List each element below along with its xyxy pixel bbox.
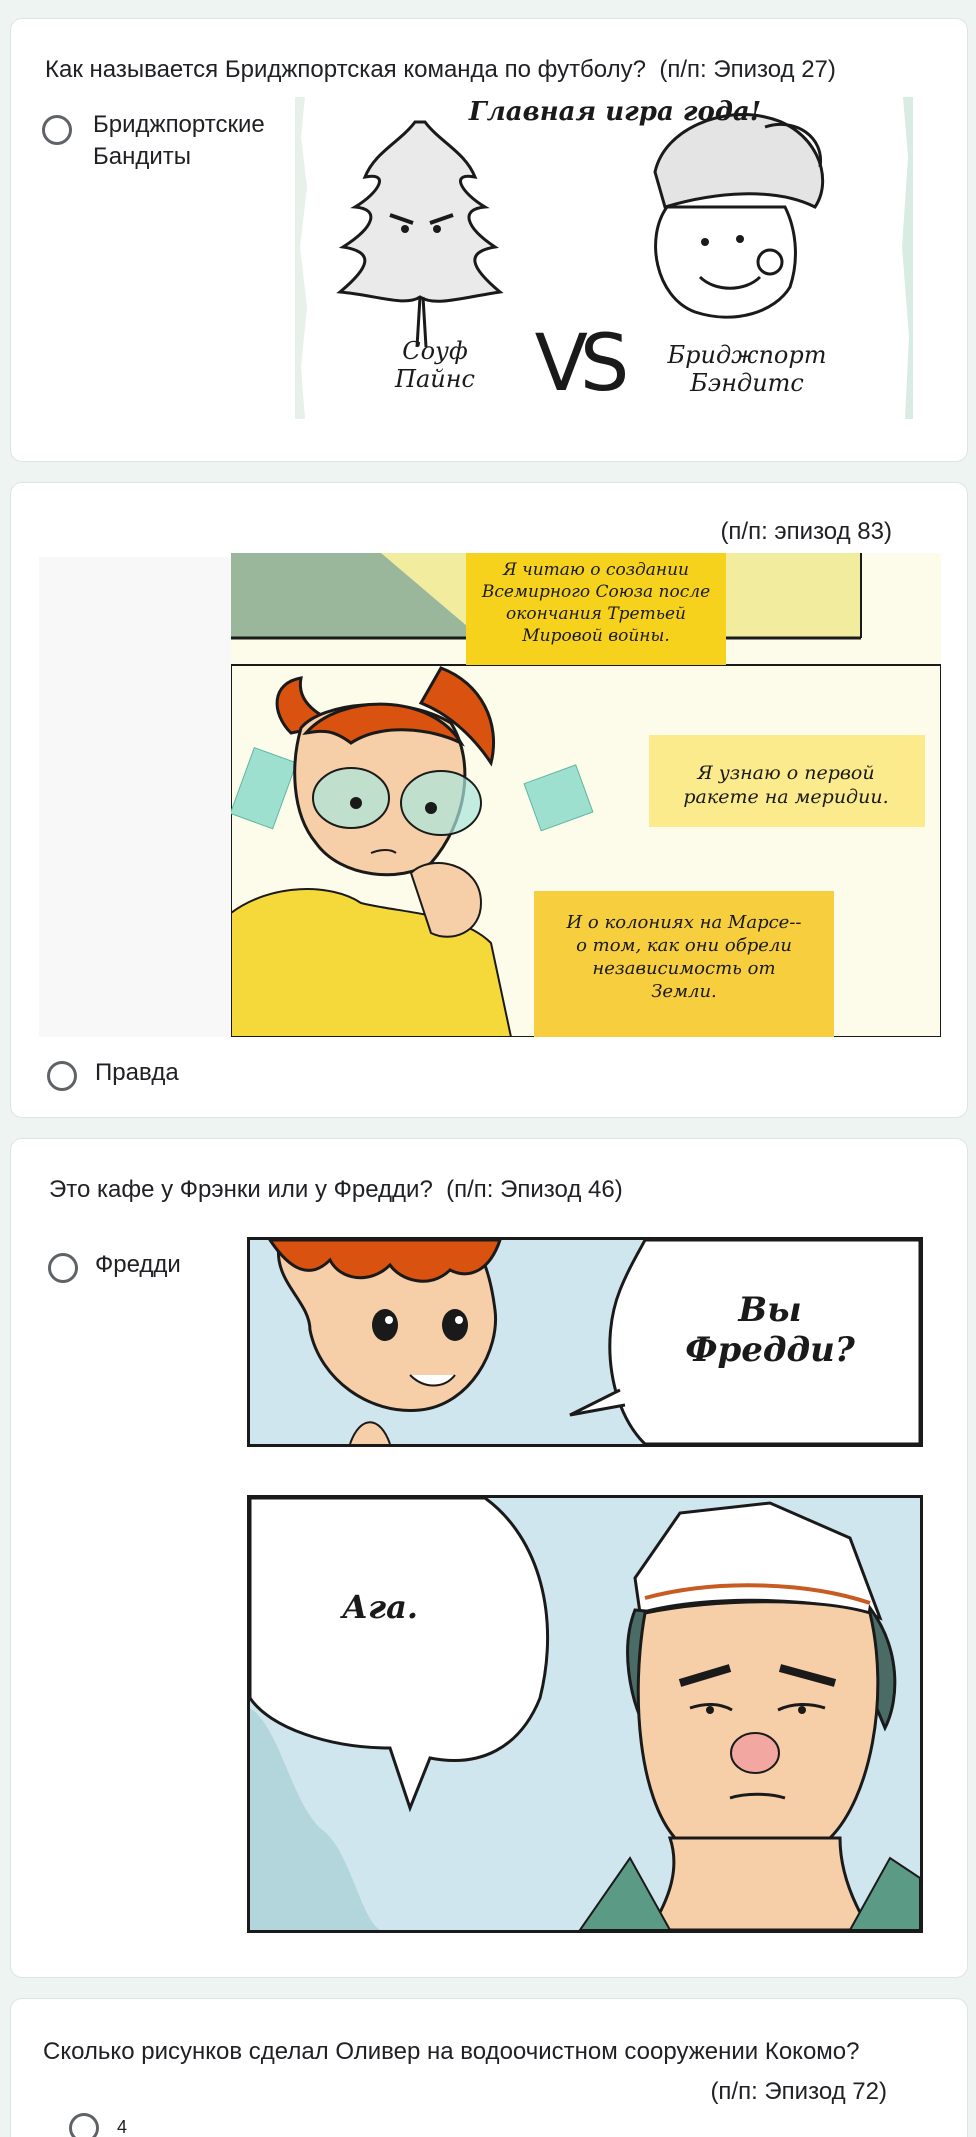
radio-option-bandits[interactable] [42, 115, 72, 145]
comic-bg-faded [39, 557, 239, 1037]
episode-note: (п/п: Эпизод 72) [710, 2078, 887, 2105]
radio-option-true[interactable] [47, 1061, 77, 1091]
comic-image-team-poster: Главная игра года! Соуф Пайнс VS Бриджпо… [295, 97, 913, 419]
question-title: Сколько рисунков сделал Оливер на водооч… [43, 2038, 860, 2065]
question-card-4: Сколько рисунков сделал Оливер на водооч… [10, 1998, 968, 2137]
radio-option-4[interactable] [69, 2113, 99, 2137]
speech-bubble-answer: Ага. [342, 1588, 418, 1626]
poster-versus: VS [534, 319, 630, 409]
question-text: Как называется Бриджпортская команда по … [45, 55, 836, 85]
question-title: Это кафе у Фрэнки или у Фредди? [49, 1176, 433, 1203]
option-label: Бриджпортские Бандиты [93, 111, 265, 170]
comic-panel-freddie-answer: Ага. [247, 1495, 923, 1933]
question-card-3: Это кафе у Фрэнки или у Фредди? (п/п: Эп… [10, 1138, 968, 1978]
option-label: 4 [117, 2117, 128, 2137]
question-card-2: (п/п: эпизод 83) Я читаю о создании Всем… [10, 482, 968, 1118]
caption-box-3: И о колониях на Марсе-- о том, как они о… [566, 912, 802, 1002]
question-title: Как называется Бриджпортская команда по … [45, 56, 646, 83]
episode-note: (п/п: Эпизод 27) [659, 56, 836, 83]
option-label: Правда [95, 1059, 179, 1086]
episode-note: (п/п: эпизод 83) [720, 518, 892, 545]
caption-box-2: Я узнаю о первой ракете на меридии. [683, 762, 889, 808]
radio-option-freddie[interactable] [48, 1253, 78, 1283]
question-card-1: Как называется Бриджпортская команда по … [10, 18, 968, 462]
comic-image-reading: Я читаю о создании Всемирного Союза посл… [231, 553, 941, 1037]
poster-team-right: Бриджпорт Бэндитс [667, 341, 827, 397]
comic-panel-freddie-question: Вы Фредди? [247, 1237, 923, 1447]
speech-bubble-question: Вы Фредди? [685, 1290, 855, 1370]
poster-team-left: Соуф Пайнс [395, 337, 475, 393]
episode-note: (п/п: Эпизод 46) [446, 1176, 623, 1203]
option-label: Фредди [95, 1251, 181, 1278]
question-text: Это кафе у Фрэнки или у Фредди? (п/п: Эп… [49, 1175, 623, 1205]
poster-headline: Главная игра года! [468, 97, 762, 127]
panel2-drawing [250, 1498, 920, 1930]
caption-box-1: Я читаю о создании Всемирного Союза посл… [481, 560, 711, 646]
